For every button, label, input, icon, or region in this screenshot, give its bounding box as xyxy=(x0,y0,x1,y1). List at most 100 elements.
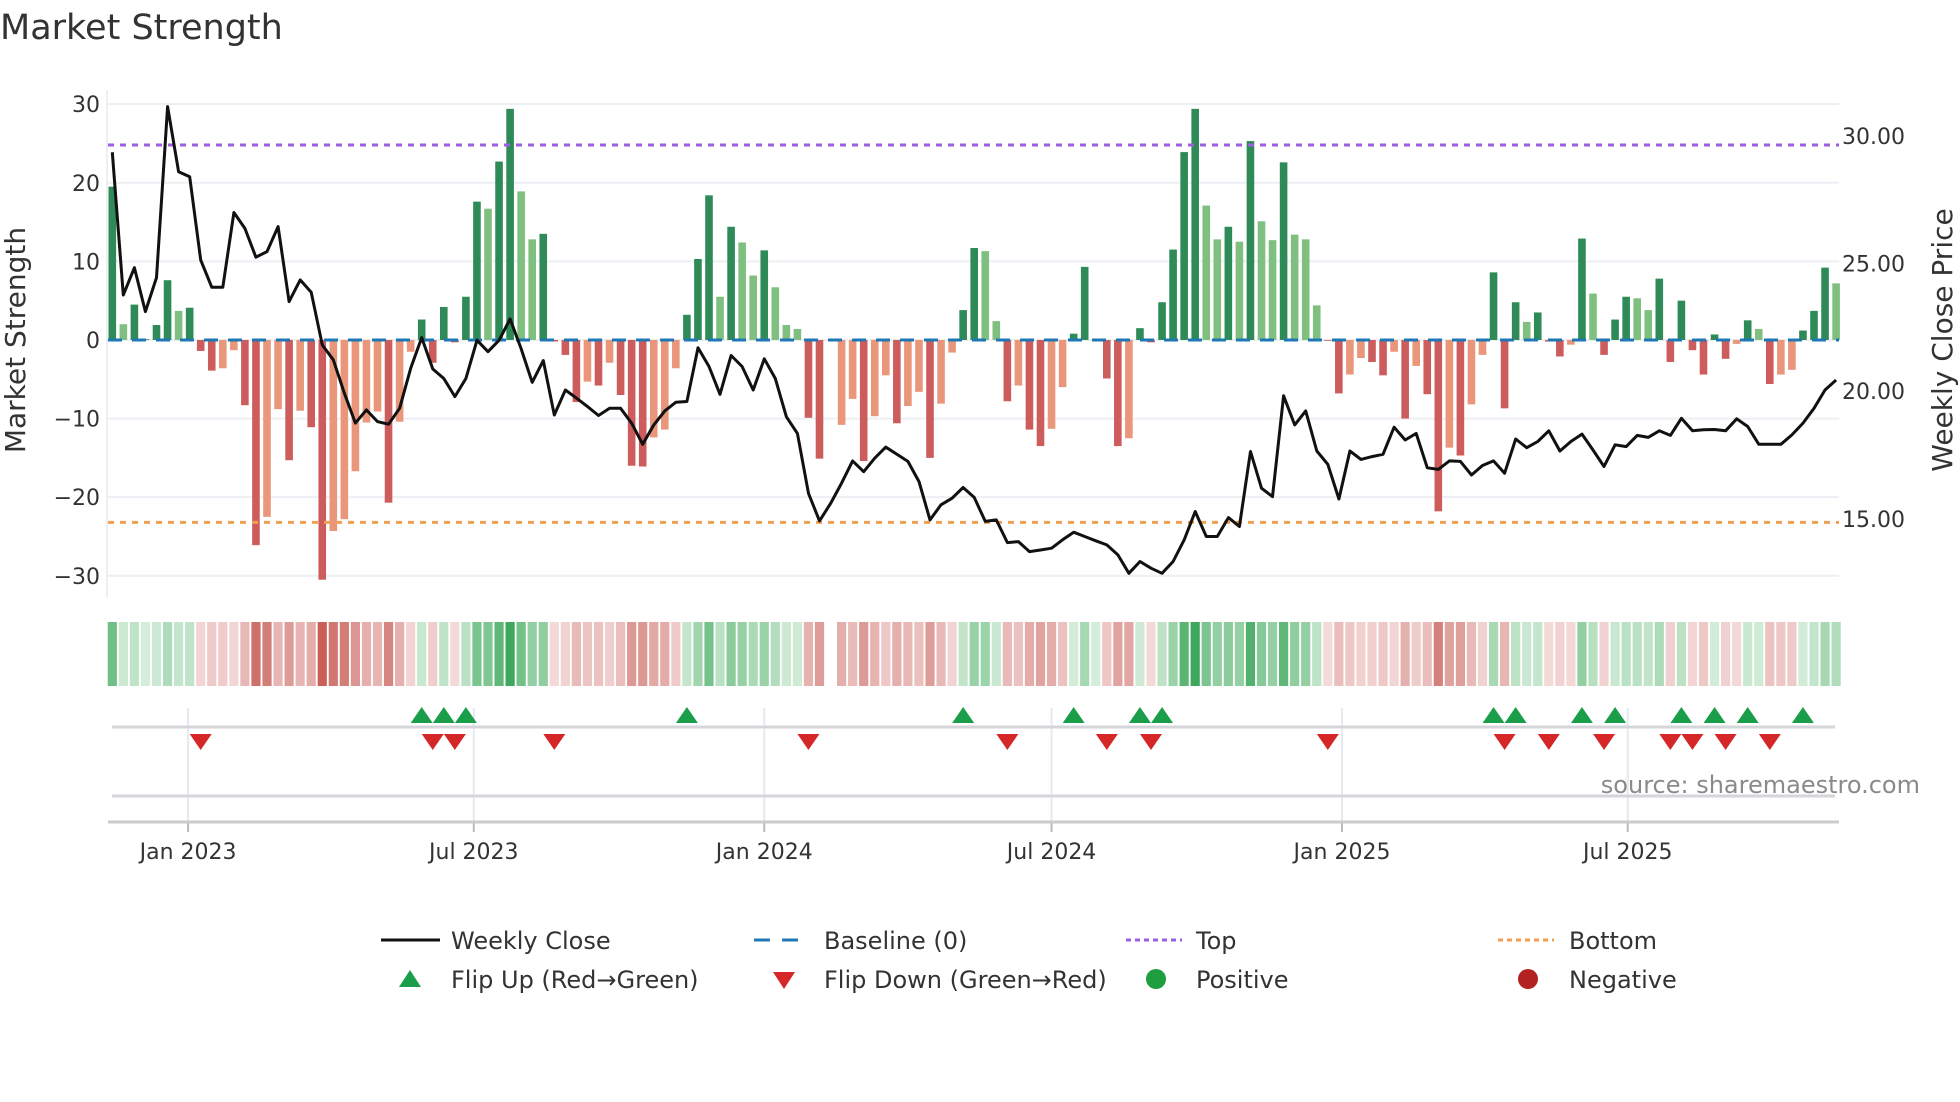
heatmap-cell xyxy=(1323,622,1333,686)
positive-strength-bar xyxy=(1754,328,1763,340)
heatmap-cell xyxy=(1345,622,1355,686)
negative-strength-bar xyxy=(1456,339,1465,456)
heatmap-cell xyxy=(339,622,349,686)
heatmap-cell xyxy=(1433,622,1443,686)
heatmap-cell xyxy=(1146,622,1156,686)
heatmap-cell xyxy=(196,622,206,686)
left-tick-label: 10 xyxy=(72,250,100,275)
left-tick-label: 20 xyxy=(72,172,100,197)
heatmap-cell xyxy=(1544,622,1554,686)
heatmap-cell xyxy=(1643,622,1653,686)
heatmap-cell xyxy=(1798,622,1808,686)
heatmap-cell xyxy=(593,622,604,686)
negative-strength-bar xyxy=(1688,339,1697,351)
heatmap-cell xyxy=(1787,622,1797,686)
positive-strength-bar xyxy=(683,314,691,340)
heatmap-cell xyxy=(1511,622,1521,686)
heatmap-cell xyxy=(372,622,383,686)
heatmap-cell xyxy=(1389,622,1399,686)
heatmap-cell xyxy=(903,622,913,686)
flip-down-triangle-icon xyxy=(797,734,820,750)
heatmap-cell xyxy=(151,622,162,686)
heatmap-cell xyxy=(803,622,814,686)
heatmap-cell xyxy=(395,622,405,686)
flip-up-triangle-icon xyxy=(1482,707,1505,723)
heatmap-cell xyxy=(306,622,316,686)
positive-strength-bar xyxy=(1224,226,1233,340)
negative-strength-bar xyxy=(561,339,570,355)
heatmap-cell xyxy=(1367,622,1377,686)
positive-strength-bar xyxy=(981,251,990,340)
negative-strength-bar xyxy=(1003,339,1012,402)
heatmap-cell xyxy=(328,622,338,686)
heatmap-cell xyxy=(516,622,526,686)
legend-item-weekly-close: Weekly Close xyxy=(381,927,611,955)
heatmap-cell xyxy=(1168,622,1178,686)
negative-strength-bar xyxy=(893,339,901,424)
heatmap-cell xyxy=(1223,622,1233,686)
heatmap-cell xyxy=(1444,622,1454,686)
negative-strength-bar xyxy=(1357,339,1365,359)
heatmap-cell xyxy=(1046,622,1057,686)
negative-strength-bar xyxy=(373,339,382,412)
negative-strength-bar xyxy=(1556,339,1564,357)
heatmap-cell xyxy=(848,622,858,686)
heatmap-cell xyxy=(140,622,151,686)
left-axis-title: Market Strength xyxy=(0,227,32,453)
heatmap-cell xyxy=(627,622,637,686)
positive-strength-bar xyxy=(1158,302,1166,340)
positive-strength-bar xyxy=(1290,234,1299,340)
negative-strength-bar xyxy=(882,339,890,376)
heatmap-cell xyxy=(1212,622,1222,686)
heatmap-cell xyxy=(1301,622,1311,686)
heatmap-cell xyxy=(1765,622,1775,686)
negative-strength-bar xyxy=(1114,339,1122,447)
positive-strength-bar xyxy=(1235,241,1244,340)
heatmap-cell xyxy=(538,622,548,686)
positive-strength-bar xyxy=(119,324,128,340)
legend-label: Flip Down (Green→Red) xyxy=(824,966,1107,994)
heatmap-cell xyxy=(229,622,239,686)
heatmap-cell xyxy=(1279,622,1289,686)
negative-strength-bar xyxy=(285,339,293,461)
heatmap-cell xyxy=(1709,622,1720,686)
negative-strength-bar xyxy=(594,339,603,386)
x-tick-label: Jan 2023 xyxy=(138,840,237,865)
heatmap-cell xyxy=(1356,622,1366,686)
heatmap-cell xyxy=(107,622,117,686)
positive-strength-bar xyxy=(959,310,967,340)
negative-strength-bar xyxy=(340,339,349,520)
x-tick-label: Jul 2023 xyxy=(427,840,519,865)
flip-up-triangle-icon xyxy=(1062,707,1085,723)
heatmap-cell xyxy=(129,622,139,686)
heatmap-cell xyxy=(1102,622,1112,686)
positive-strength-bar xyxy=(517,191,525,340)
heatmap-cell xyxy=(1400,622,1410,686)
positive-strength-bar xyxy=(970,247,978,340)
right-tick-label: 25.00 xyxy=(1842,253,1905,278)
heatmap-cell xyxy=(174,622,184,686)
negative-strength-bar xyxy=(406,339,415,352)
x-tick-label: Jan 2024 xyxy=(714,840,813,865)
negative-strength-bar xyxy=(1324,339,1332,341)
negative-strength-bar xyxy=(1058,339,1067,388)
heatmap-cell xyxy=(1743,622,1753,686)
heatmap-cell xyxy=(461,622,471,686)
heatmap-cell xyxy=(218,622,228,686)
left-tick-label: −20 xyxy=(54,486,100,511)
positive-strength-bar xyxy=(771,287,780,340)
chart-title: Market Strength xyxy=(0,8,283,48)
flip-down-triangle-icon xyxy=(543,734,566,750)
flip-up-triangle-icon xyxy=(1570,707,1593,723)
heatmap-cell xyxy=(1312,622,1322,686)
heatmap-cell xyxy=(1378,622,1388,686)
heatmap-cell xyxy=(1809,622,1819,686)
negative-strength-bar xyxy=(1777,339,1785,375)
heatmap-cell xyxy=(295,622,305,686)
heatmap-cell xyxy=(1113,622,1123,686)
positive-strength-bar xyxy=(1633,298,1641,340)
heatmap-cell xyxy=(1190,622,1200,686)
circle-icon xyxy=(1146,969,1166,989)
heatmap-cell xyxy=(1500,622,1510,686)
heatmap-cell xyxy=(1831,622,1841,686)
